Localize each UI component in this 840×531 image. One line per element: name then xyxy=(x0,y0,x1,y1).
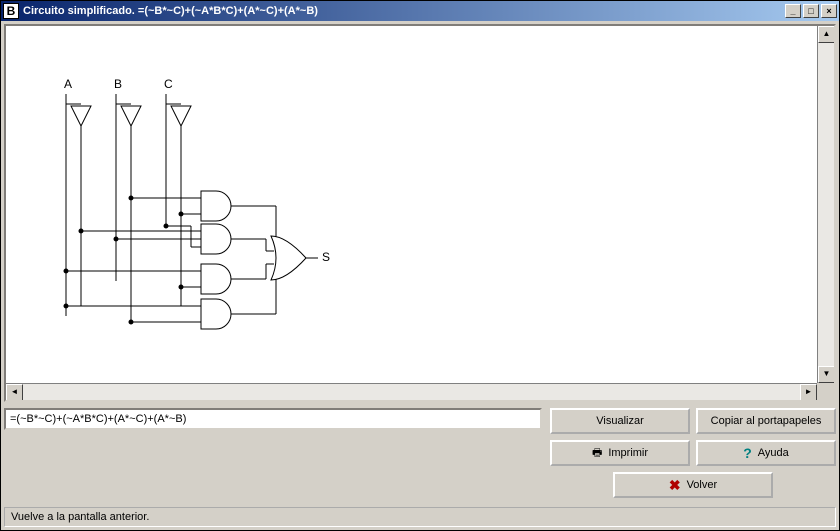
close-button[interactable]: × xyxy=(821,4,837,18)
help-icon: ? xyxy=(743,445,752,461)
expression-field[interactable] xyxy=(4,408,542,430)
scroll-right-button[interactable]: ► xyxy=(800,384,817,401)
scroll-track-v[interactable] xyxy=(818,43,834,366)
button-grid: Visualizar Copiar al portapapeles 🖶 Impr… xyxy=(550,408,836,498)
scroll-track-h[interactable] xyxy=(23,384,800,400)
minimize-button[interactable]: _ xyxy=(785,4,801,18)
volver-button[interactable]: ✖ Volver xyxy=(613,472,773,498)
scroll-left-button[interactable]: ◄ xyxy=(6,384,23,401)
content-area: A B C S xyxy=(1,21,839,501)
circuit-canvas[interactable]: A B C S xyxy=(6,26,834,400)
titlebar[interactable]: B Circuito simplificado. =(~B*~C)+(~A*B*… xyxy=(1,1,839,21)
close-icon: ✖ xyxy=(669,477,681,494)
maximize-button[interactable]: □ xyxy=(803,4,819,18)
circuit-canvas-panel: A B C S xyxy=(4,24,836,402)
input-label-c: C xyxy=(164,77,173,91)
output-label: S xyxy=(322,250,330,264)
copiar-label: Copiar al portapapeles xyxy=(711,415,822,427)
visualizar-button[interactable]: Visualizar xyxy=(550,408,690,434)
copiar-button[interactable]: Copiar al portapapeles xyxy=(696,408,836,434)
horizontal-scrollbar[interactable]: ◄ ► xyxy=(6,383,817,400)
vertical-scrollbar[interactable]: ▲ ▼ xyxy=(817,26,834,383)
bottom-panel: Visualizar Copiar al portapapeles 🖶 Impr… xyxy=(4,408,836,498)
app-icon: B xyxy=(3,3,19,19)
input-label-b: B xyxy=(114,77,122,91)
ayuda-label: Ayuda xyxy=(758,447,789,459)
scroll-down-button[interactable]: ▼ xyxy=(818,366,835,383)
scroll-up-button[interactable]: ▲ xyxy=(818,26,835,43)
input-label-a: A xyxy=(64,77,72,91)
imprimir-button[interactable]: 🖶 Imprimir xyxy=(550,440,690,466)
print-icon: 🖶 xyxy=(592,444,602,463)
volver-label: Volver xyxy=(687,479,718,491)
imprimir-label: Imprimir xyxy=(608,447,648,459)
window-controls: _ □ × xyxy=(785,4,837,18)
app-window: B Circuito simplificado. =(~B*~C)+(~A*B*… xyxy=(0,0,840,531)
window-title: Circuito simplificado. =(~B*~C)+(~A*B*C)… xyxy=(23,5,785,17)
scroll-corner xyxy=(817,383,834,400)
ayuda-button[interactable]: ? Ayuda xyxy=(696,440,836,466)
circuit-svg: A B C S xyxy=(6,26,806,366)
status-bar: Vuelve a la pantalla anterior. xyxy=(4,507,836,527)
visualizar-label: Visualizar xyxy=(596,415,644,427)
status-text: Vuelve a la pantalla anterior. xyxy=(11,511,149,523)
